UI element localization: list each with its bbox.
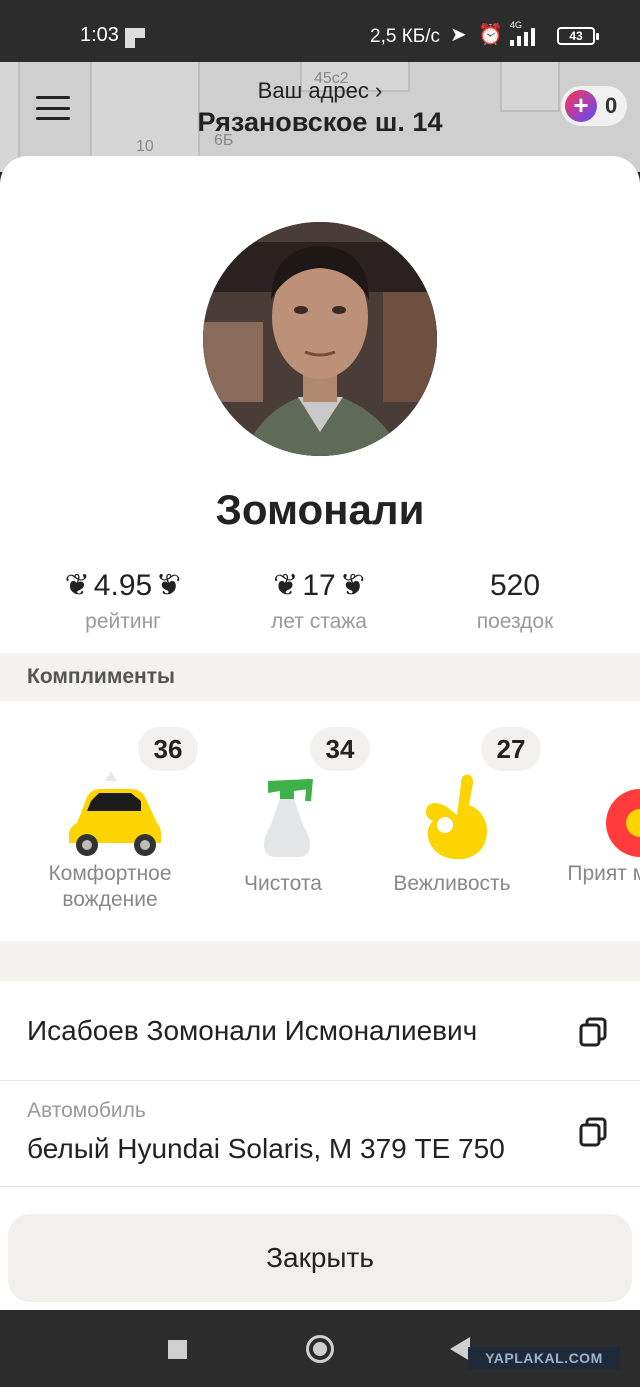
recents-icon[interactable] — [168, 1340, 187, 1359]
compliment-count: 36 — [138, 727, 198, 771]
driver-card-sheet: Зомонали ❦ 4.95 ❦ рейтинг ❦ 17 ❦ лет ста… — [0, 156, 640, 1310]
map-label: 10 — [136, 138, 154, 155]
stat-label: поездок — [476, 610, 554, 633]
driver-avatar — [203, 222, 437, 456]
stat-label: рейтинг — [85, 610, 161, 633]
close-button[interactable]: Закрыть — [8, 1214, 632, 1302]
compliment-count: 34 — [310, 727, 370, 771]
net-speed: 2,5 КБ/с — [370, 26, 441, 47]
laurel-left-icon: ❦ — [273, 569, 299, 602]
alarm-icon: ⏰ — [478, 24, 503, 46]
section-divider — [0, 941, 640, 981]
address-title[interactable]: Рязановское ш. 14 — [0, 107, 640, 138]
compliment-label: Чистота — [244, 872, 322, 895]
driver-name: Зомонали — [215, 486, 425, 533]
laurel-left-icon: ❦ — [64, 569, 90, 602]
music-icon — [606, 789, 640, 857]
address-hint[interactable]: Ваш адрес › — [0, 78, 640, 104]
stat-rating: ❦ 4.95 ❦ рейтинг — [23, 566, 223, 634]
location-arrow-icon: ➤ — [450, 24, 467, 46]
copy-icon[interactable] — [579, 1017, 607, 1047]
car-value: белый Hyundai Solaris, М 379 ТЕ 750 — [27, 1133, 505, 1164]
clock: 1:03 — [80, 24, 119, 46]
compliments-title: Комплименты — [27, 665, 175, 688]
laurel-right-icon: ❦ — [156, 569, 182, 602]
compliment-label: Комфортное вождение — [48, 862, 172, 911]
compliment-label: Вежливость — [393, 872, 511, 895]
spray-bottle-icon — [264, 778, 313, 857]
taxi-car-icon — [69, 771, 161, 856]
ok-hand-icon — [425, 774, 487, 860]
driver-fullname-row[interactable]: Исабоев Зомонали Исмоналиевич — [0, 981, 640, 1081]
laurel-right-icon: ❦ — [339, 569, 365, 602]
copy-icon[interactable] — [579, 1117, 607, 1147]
plus-icon: + — [565, 90, 597, 122]
stat-label: лет стажа — [271, 610, 367, 633]
compliment-count: 27 — [481, 727, 541, 771]
plus-count: 0 — [605, 93, 618, 118]
compliment-label: Прият музы — [567, 862, 640, 885]
stat-experience: ❦ 17 ❦ лет стажа — [219, 566, 419, 634]
stat-value: 520 — [489, 569, 541, 602]
stat-value: 4.95 — [93, 569, 153, 602]
battery-icon: 43 — [557, 27, 599, 45]
home-icon[interactable] — [306, 1335, 334, 1363]
stat-trips: 520 поездок — [415, 566, 615, 634]
notification-icon — [125, 28, 145, 48]
car-info-row[interactable]: Автомобиль белый Hyundai Solaris, М 379 … — [0, 1081, 640, 1187]
stat-value: 17 — [302, 569, 336, 602]
driver-fullname: Исабоев Зомонали Исмоналиевич — [27, 1015, 478, 1046]
car-label: Автомобиль — [27, 1099, 146, 1122]
signal-icon — [510, 26, 535, 46]
watermark: YAPLAKAL.COM — [468, 1347, 620, 1369]
back-icon[interactable] — [450, 1337, 470, 1361]
status-bar: 1:03 2,5 КБ/с ➤ ⏰ 4G 43 — [0, 0, 640, 62]
plus-points-button[interactable]: + 0 — [561, 86, 627, 126]
compliments-header: Комплименты — [0, 653, 640, 701]
